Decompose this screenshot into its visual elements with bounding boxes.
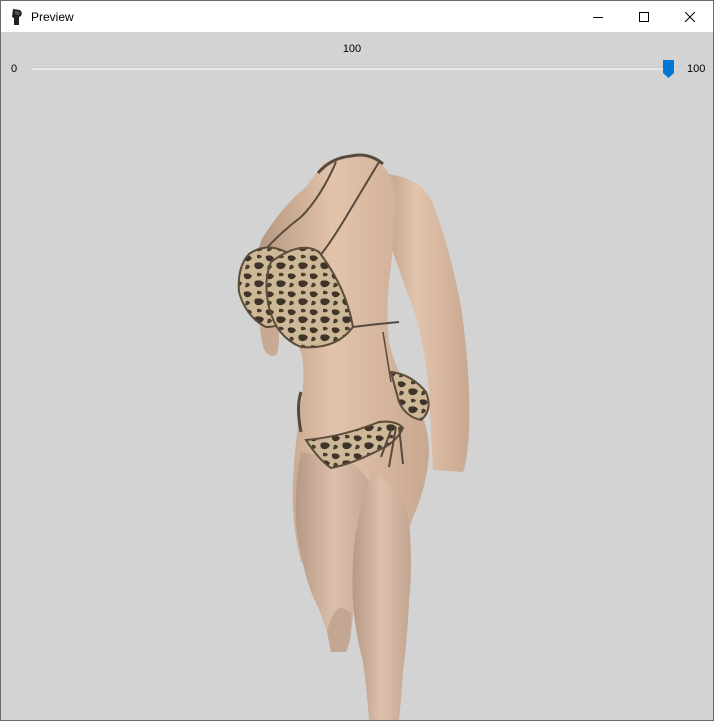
slider-track[interactable] <box>32 67 676 70</box>
app-icon <box>12 9 22 25</box>
maximize-icon <box>639 11 649 22</box>
minimize-button[interactable] <box>575 1 621 32</box>
maximize-button[interactable] <box>621 1 667 32</box>
model-viewport[interactable] <box>1 92 713 720</box>
preview-window: Preview 100 0 100 <box>0 0 714 721</box>
slider-thumb[interactable] <box>663 60 674 78</box>
slider-max-label: 100 <box>687 63 706 75</box>
close-button[interactable] <box>667 1 713 32</box>
minimize-icon <box>593 16 603 18</box>
close-icon <box>685 11 695 22</box>
3d-model-preview <box>237 153 470 720</box>
slider-value-label: 100 <box>342 43 362 55</box>
slider-min-label: 0 <box>11 63 18 75</box>
window-title: Preview <box>31 10 74 24</box>
slider-panel: 100 0 100 <box>1 32 713 92</box>
title-bar[interactable]: Preview <box>1 1 713 32</box>
